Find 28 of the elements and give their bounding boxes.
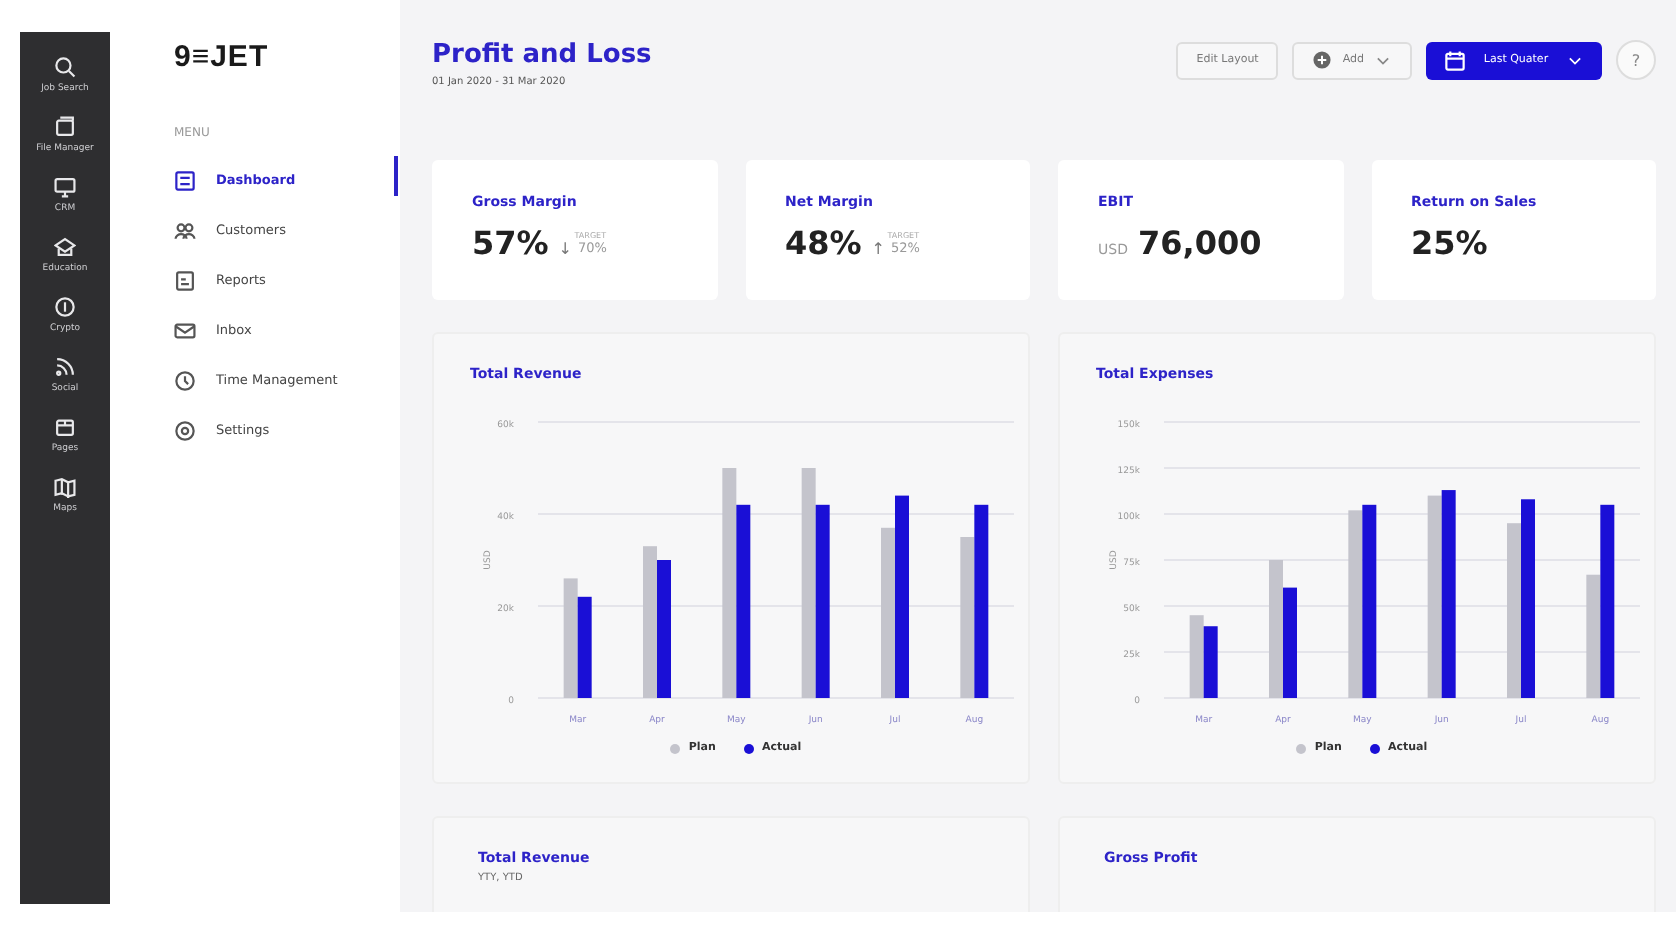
kpi-value: 25% [1411, 224, 1488, 262]
folder-icon [54, 116, 76, 138]
kpi-value: 57% [472, 224, 549, 262]
arrow-down-icon: ↓ [558, 239, 572, 257]
page-title: Profit and Loss [432, 40, 652, 70]
settings-icon [174, 419, 196, 441]
document-icon [174, 269, 196, 291]
clock-icon [174, 369, 196, 391]
map-icon [54, 476, 76, 498]
kpi-value: 76,000 [1137, 224, 1262, 262]
people-icon [174, 219, 196, 241]
box-icon [54, 416, 76, 438]
legend-dot [670, 743, 681, 753]
legend-dot [1296, 743, 1307, 753]
coin-icon [54, 296, 76, 318]
dashboard-icon [174, 169, 196, 191]
logo: 9≡JET [174, 40, 269, 74]
arrow-up-icon: ↑ [871, 239, 885, 257]
envelope-icon [174, 319, 196, 341]
calendar-icon [1444, 49, 1466, 71]
legend-dot [743, 743, 754, 753]
monitor-icon [54, 176, 76, 198]
plus-circle-icon [1312, 50, 1333, 70]
rss-icon [54, 356, 76, 378]
kpi-value: 48% [785, 224, 862, 262]
selection-indicator [394, 156, 398, 196]
search-icon [54, 56, 76, 78]
legend-dot [1369, 743, 1380, 753]
